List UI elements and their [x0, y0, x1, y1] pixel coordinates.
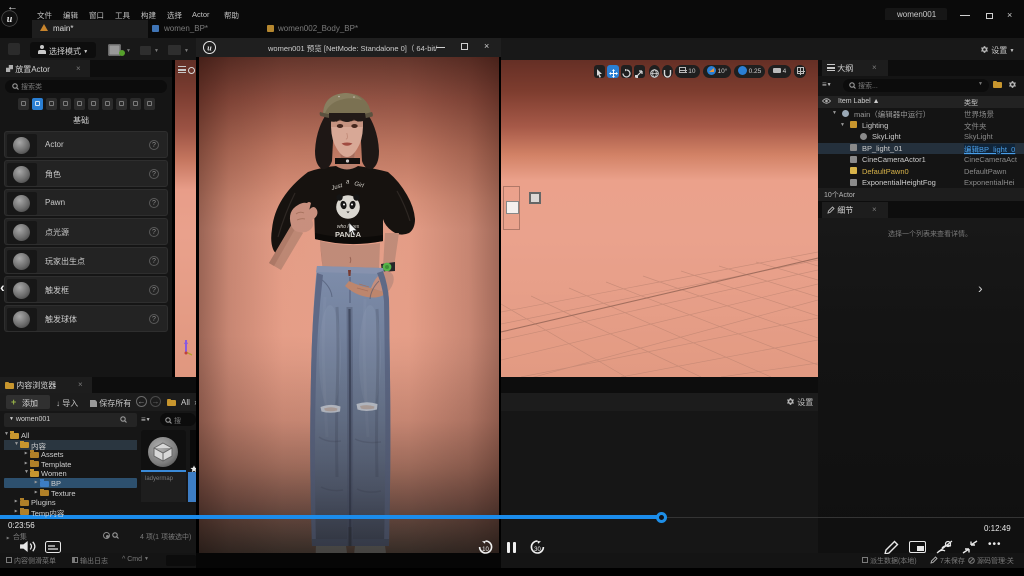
svg-text:10: 10 — [482, 547, 489, 553]
svg-text:u: u — [7, 14, 13, 25]
svg-text:u: u — [207, 44, 212, 53]
svg-text:30: 30 — [534, 547, 541, 553]
